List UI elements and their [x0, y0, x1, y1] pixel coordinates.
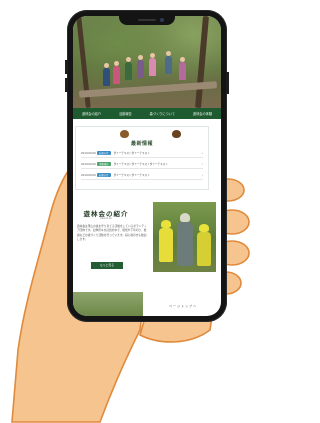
news-date: 2019.00.00	[81, 173, 96, 177]
nav-item-reports[interactable]: 活動報告	[119, 111, 132, 116]
page-top-link[interactable]: ページトップへ	[169, 304, 197, 308]
global-nav: 遊林会の紹介 活動報告 森づくりについて 遊林会の体験	[73, 108, 221, 119]
volunteers-photo	[153, 202, 216, 272]
power-button	[226, 72, 229, 94]
news-subtitle: News	[138, 141, 146, 144]
news-date: 2019.00.00	[81, 151, 96, 155]
volume-up-button	[65, 60, 68, 74]
person	[179, 57, 186, 80]
intro-body: 遊林会は里山の森を守り育てる活動をしているボランティア団体です。四季折々の自然の…	[77, 224, 147, 241]
news-text: ダミーテキストダミーテキスト	[113, 152, 150, 155]
person	[165, 51, 172, 74]
nav-item-about[interactable]: 遊林会の紹介	[82, 111, 101, 116]
nav-item-experience[interactable]: 遊林会の体験	[193, 111, 212, 116]
news-date: 2019.00.00	[81, 162, 96, 166]
person	[149, 53, 156, 76]
helmet	[161, 220, 171, 228]
person	[103, 63, 110, 86]
news-row[interactable]: 2019.00.00 活動報告 ダミーテキストダミーテキストダミーテキスト ›	[81, 160, 203, 169]
news-tag: お知らせ	[97, 151, 111, 155]
person	[197, 232, 211, 266]
news-tag: 活動報告	[97, 162, 111, 166]
volume-down-button	[65, 78, 68, 92]
phone-screen: 遊林会の紹介 活動報告 森づくりについて 遊林会の体験 最新情報 News 20…	[73, 16, 221, 316]
chevron-right-icon: ›	[201, 162, 203, 166]
person	[177, 222, 193, 266]
chevron-right-icon: ›	[201, 173, 203, 177]
news-card: 最新情報 News 2019.00.00 お知らせ ダミーテキストダミーテキスト…	[75, 126, 209, 190]
person	[113, 61, 120, 84]
nav-item-forest[interactable]: 森づくりについて	[150, 111, 175, 116]
person	[137, 55, 144, 78]
hero-photo	[73, 16, 221, 109]
chevron-right-icon: ›	[201, 151, 203, 155]
news-text: ダミーテキストダミーテキストダミーテキスト	[113, 163, 168, 166]
notch	[119, 16, 175, 25]
helmet	[199, 224, 209, 232]
person	[159, 228, 173, 262]
person	[125, 57, 132, 80]
speaker	[138, 19, 156, 21]
front-camera	[160, 18, 164, 22]
intro-subtitle: About us	[100, 217, 112, 220]
news-tag: お知らせ	[97, 173, 111, 177]
intro-more-button[interactable]: もっと見る	[91, 262, 123, 269]
tree-trunk	[195, 16, 209, 109]
news-row[interactable]: 2019.00.00 お知らせ ダミーテキストダミーテキスト ›	[81, 149, 203, 158]
helmet	[180, 213, 190, 222]
news-row[interactable]: 2019.00.00 お知らせ ダミーテキストダミーテキスト ›	[81, 171, 203, 180]
forest-photo	[73, 292, 143, 316]
news-text: ダミーテキストダミーテキスト	[113, 174, 150, 177]
news-heading: 最新情報	[76, 130, 208, 147]
